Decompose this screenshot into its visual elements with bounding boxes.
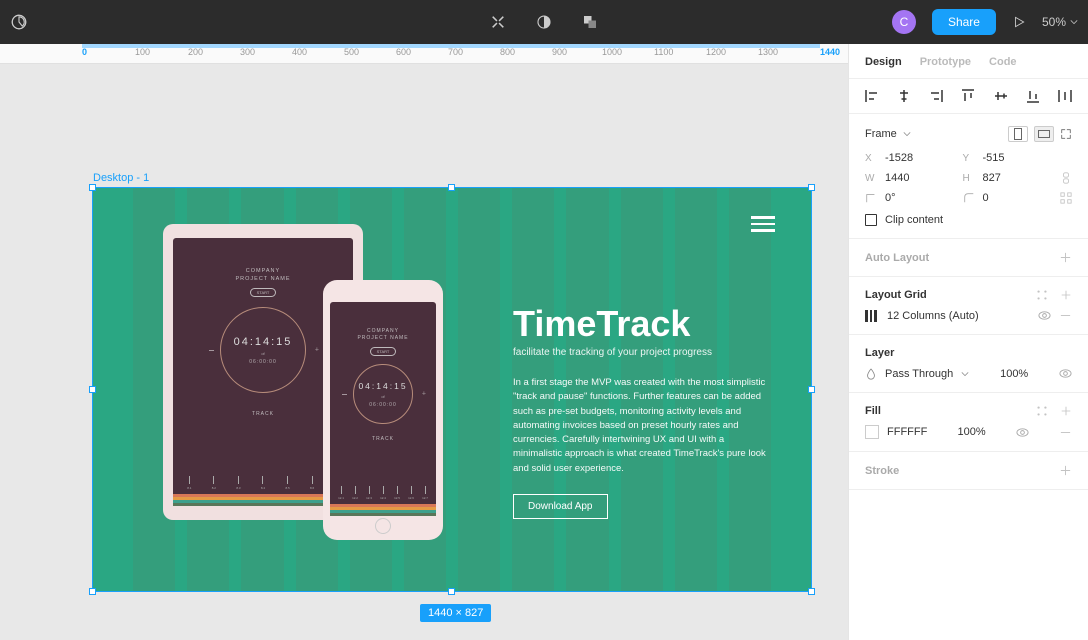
frame-label[interactable]: Desktop - 1 xyxy=(93,172,149,184)
align-vcenter-icon[interactable] xyxy=(994,89,1008,103)
y-input[interactable]: -515 xyxy=(983,152,1005,164)
hero-sub: facilitate the tracking of your project … xyxy=(513,347,771,358)
align-left-icon[interactable] xyxy=(865,89,879,103)
ruler-horizontal: 0 100 200 300 400 500 600 700 800 900 10… xyxy=(0,44,848,64)
align-hcenter-icon[interactable] xyxy=(897,89,911,103)
add-fill-icon[interactable] xyxy=(1060,405,1072,417)
blend-mode-dropdown[interactable]: Pass Through xyxy=(865,368,969,380)
chevron-down-icon xyxy=(961,370,969,378)
shape-tool-icon[interactable] xyxy=(581,13,599,31)
ruler-end: 1440 xyxy=(820,47,840,57)
phone-mockup: COMPANY PROJECT NAME START 04:14:15 of 0… xyxy=(323,280,443,540)
device-mockups: COMPANY PROJECT NAME START 04:14:15 of 0… xyxy=(163,224,363,520)
layer-label: Layer xyxy=(865,347,894,359)
blend-mode-icon xyxy=(865,368,877,380)
zoom-value: 50% xyxy=(1042,15,1066,29)
frame-type-dropdown[interactable]: Frame xyxy=(865,128,911,140)
tab-prototype[interactable]: Prototype xyxy=(920,56,971,78)
orientation-portrait-icon[interactable] xyxy=(1008,126,1028,142)
w-input[interactable]: 1440 xyxy=(885,172,909,184)
fill-styles-icon[interactable] xyxy=(1036,405,1048,417)
corner-radius-icon xyxy=(963,192,975,204)
distribute-icon[interactable] xyxy=(1058,89,1072,103)
top-toolbar: C Share 50% xyxy=(0,0,1088,44)
add-auto-layout-icon[interactable] xyxy=(1059,251,1072,264)
corner-input[interactable]: 0 xyxy=(983,192,989,204)
remove-fill-icon[interactable] xyxy=(1059,426,1072,439)
share-button[interactable]: Share xyxy=(932,9,996,35)
resize-handle[interactable] xyxy=(808,184,815,191)
align-controls xyxy=(849,78,1088,114)
layer-opacity-input[interactable]: 100% xyxy=(1000,368,1028,380)
resize-handle[interactable] xyxy=(808,588,815,595)
fill-hex-input[interactable]: FFFFFF xyxy=(887,426,927,438)
grid-value[interactable]: 12 Columns (Auto) xyxy=(887,310,1030,322)
tab-design[interactable]: Design xyxy=(865,56,902,78)
chevron-down-icon xyxy=(903,130,911,138)
fill-swatch[interactable] xyxy=(865,425,879,439)
add-stroke-icon[interactable] xyxy=(1059,464,1072,477)
independent-corners-icon[interactable] xyxy=(1060,192,1072,204)
x-input[interactable]: -1528 xyxy=(885,152,913,164)
resize-handle[interactable] xyxy=(89,588,96,595)
columns-icon[interactable] xyxy=(865,310,879,322)
menu-icon[interactable] xyxy=(10,13,28,31)
rotation-icon xyxy=(865,192,877,204)
fill-opacity-input[interactable]: 100% xyxy=(958,426,986,438)
frame-tool-icon[interactable] xyxy=(535,13,553,31)
inspector-panel: Design Prototype Code Frame xyxy=(848,44,1088,640)
fill-label: Fill xyxy=(865,405,881,417)
clip-content-checkbox[interactable]: Clip content xyxy=(865,214,1072,226)
download-button[interactable]: Download App xyxy=(513,494,608,519)
orientation-landscape-icon[interactable] xyxy=(1034,126,1054,142)
selection-size-badge: 1440 × 827 xyxy=(420,604,491,622)
resize-to-fit-icon[interactable] xyxy=(1060,128,1072,140)
hamburger-menu-icon[interactable] xyxy=(751,216,775,232)
grid-visibility-icon[interactable] xyxy=(1038,309,1051,322)
hero-title: TimeTrack xyxy=(513,303,771,345)
move-tool-icon[interactable] xyxy=(489,13,507,31)
auto-layout-label: Auto Layout xyxy=(865,252,929,264)
zoom-dropdown[interactable]: 50% xyxy=(1042,15,1078,29)
resize-handle[interactable] xyxy=(89,184,96,191)
add-grid-icon[interactable] xyxy=(1060,289,1072,301)
chevron-down-icon xyxy=(1070,18,1078,26)
tab-code[interactable]: Code xyxy=(989,56,1017,78)
constrain-proportions-icon[interactable] xyxy=(1060,172,1072,184)
resize-handle[interactable] xyxy=(448,588,455,595)
align-top-icon[interactable] xyxy=(961,89,975,103)
fill-visibility-icon[interactable] xyxy=(1016,426,1029,439)
align-right-icon[interactable] xyxy=(929,89,943,103)
resize-handle[interactable] xyxy=(448,184,455,191)
resize-handle[interactable] xyxy=(808,386,815,393)
hero-content: TimeTrack facilitate the tracking of you… xyxy=(513,303,771,519)
resize-handle[interactable] xyxy=(89,386,96,393)
canvas[interactable]: 0 100 200 300 400 500 600 700 800 900 10… xyxy=(0,44,848,640)
align-bottom-icon[interactable] xyxy=(1026,89,1040,103)
grid-styles-icon[interactable] xyxy=(1036,289,1048,301)
remove-grid-icon[interactable] xyxy=(1059,309,1072,322)
present-icon[interactable] xyxy=(1012,15,1026,29)
ruler-origin: 0 xyxy=(82,47,87,57)
h-input[interactable]: 827 xyxy=(983,172,1001,184)
layout-grid-label: Layout Grid xyxy=(865,289,927,301)
layer-visibility-icon[interactable] xyxy=(1059,367,1072,380)
user-avatar[interactable]: C xyxy=(892,10,916,34)
hero-body: In a first stage the MVP was created wit… xyxy=(513,376,771,476)
selected-frame[interactable]: COMPANY PROJECT NAME START 04:14:15 of 0… xyxy=(92,187,812,592)
stroke-label: Stroke xyxy=(865,465,899,477)
rotation-input[interactable]: 0° xyxy=(885,192,896,204)
